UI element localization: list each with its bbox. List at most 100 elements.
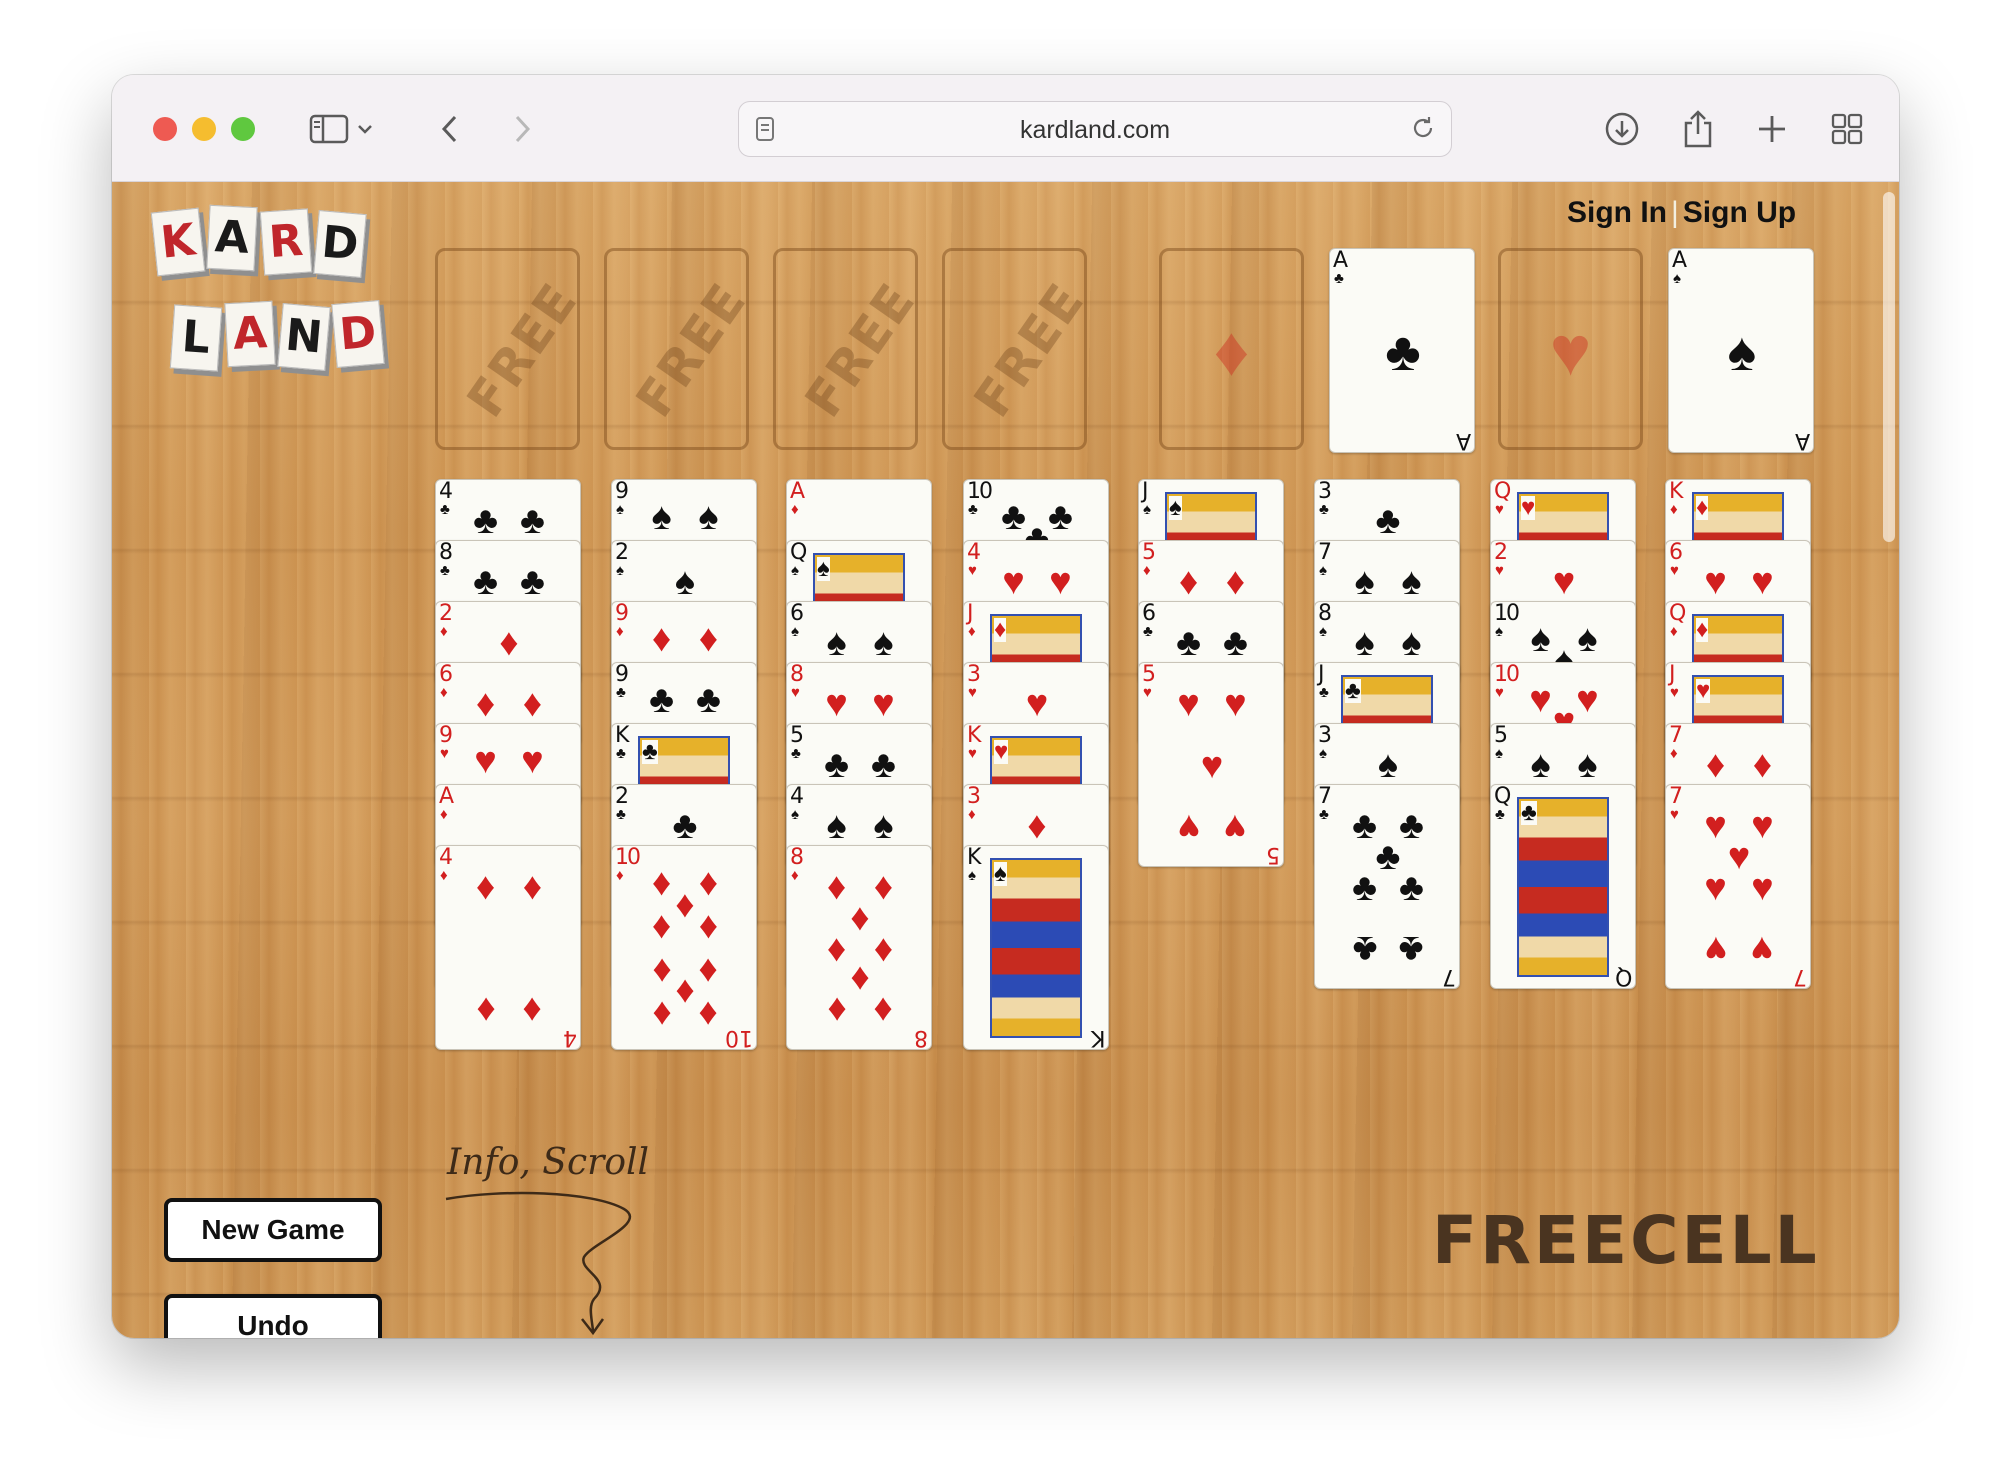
suit-pip: ♠ bbox=[1577, 617, 1598, 660]
suit-pip: ♦ bbox=[873, 989, 894, 1031]
card-rank: K bbox=[615, 723, 630, 748]
card-suit-index: ♥ bbox=[1670, 806, 1679, 823]
suit-pip: ♦ bbox=[698, 993, 719, 1036]
card-suit-index: ♦ bbox=[791, 501, 799, 518]
suit-pip: ♥ bbox=[825, 683, 848, 725]
card-rank: 4 bbox=[790, 784, 804, 809]
court-suit-icon: ♣ bbox=[1345, 677, 1361, 704]
reload-icon[interactable] bbox=[1409, 114, 1437, 147]
card-rank: 6 bbox=[790, 601, 804, 626]
card-rank: J bbox=[967, 601, 973, 626]
card-suit-index: ♠ bbox=[791, 623, 799, 640]
logo-letter: R bbox=[259, 208, 313, 276]
card-suit-index: ♣ bbox=[1319, 501, 1329, 518]
foundation-slot-diamonds[interactable]: ♦ bbox=[1159, 248, 1304, 450]
suit-pip: ♠ bbox=[1401, 622, 1422, 664]
card-suit-index: ♠ bbox=[616, 501, 624, 518]
suit-pip: ♣ bbox=[1352, 866, 1377, 909]
court-suit-icon: ♥ bbox=[994, 738, 1009, 765]
card-5-of-hearts[interactable]: 5 ♥ ♥ ♥ ♥ ♥ ♥ 5 bbox=[1138, 662, 1284, 867]
card-rank: 5 bbox=[1142, 540, 1156, 565]
suit-pip: ♠ bbox=[674, 561, 696, 603]
minimize-window-button[interactable] bbox=[192, 117, 216, 141]
card-suit-index: ♠ bbox=[1319, 562, 1327, 579]
suit-pip: ♣ bbox=[672, 805, 698, 847]
sign-in-link[interactable]: Sign In bbox=[1567, 196, 1667, 229]
suit-pip: ♦ bbox=[522, 683, 543, 725]
card-rank-bottom: A bbox=[1455, 428, 1471, 453]
card-rank-bottom: Q bbox=[1614, 964, 1632, 989]
suit-pip: ♦ bbox=[651, 904, 672, 947]
freecell-slot[interactable]: FREE bbox=[435, 248, 589, 450]
game-title: FREECELL bbox=[1432, 1202, 1820, 1279]
card-rank: 3 bbox=[967, 784, 981, 809]
suit-pip: ♦ bbox=[698, 950, 719, 993]
forward-icon[interactable] bbox=[498, 105, 546, 153]
kardland-logo[interactable]: K A R D L A N D bbox=[150, 204, 394, 390]
freecell-slot[interactable]: FREE bbox=[773, 248, 927, 450]
card-suit-index: ♠ bbox=[1673, 270, 1681, 287]
card-7-of-clubs[interactable]: 7 ♣ ♣ ♣ ♣ ♣ ♣ ♣ ♣ 7 bbox=[1314, 784, 1460, 989]
back-icon[interactable] bbox=[426, 105, 474, 153]
suit-pip: ♥ bbox=[1751, 561, 1774, 603]
freecell-slot[interactable]: FREE bbox=[604, 248, 758, 450]
card-rank: 6 bbox=[1669, 540, 1683, 565]
card-rank: A bbox=[439, 784, 454, 809]
card-suit-index: ♦ bbox=[440, 623, 448, 640]
suit-pip: ♦ bbox=[1225, 561, 1246, 603]
card-rank: 8 bbox=[1318, 601, 1332, 626]
card-rank: 9 bbox=[615, 601, 629, 626]
suit-pip: ♦ bbox=[522, 866, 543, 908]
suit-pip: ♦ bbox=[850, 958, 870, 1001]
card-rank: 5 bbox=[790, 723, 804, 748]
card-suit-index: ♥ bbox=[1670, 562, 1679, 579]
zoom-window-button[interactable] bbox=[231, 117, 255, 141]
sidebar-toggle-icon[interactable] bbox=[305, 105, 353, 153]
downloads-icon[interactable] bbox=[1598, 105, 1646, 153]
logo-letter: K bbox=[150, 207, 206, 277]
suit-pip: ♠ bbox=[1354, 622, 1375, 664]
suit-pip: ♥ bbox=[1224, 683, 1247, 725]
suit-pip: ♥ bbox=[1751, 866, 1774, 909]
share-icon[interactable] bbox=[1674, 105, 1722, 153]
card-rank: 3 bbox=[1318, 723, 1332, 748]
suit-pip: ♥ bbox=[1177, 806, 1200, 848]
sign-up-link[interactable]: Sign Up bbox=[1683, 196, 1796, 229]
foundation-clubs-top-card[interactable]: A ♣ ♣ A bbox=[1329, 248, 1475, 453]
card-rank: 2 bbox=[1494, 540, 1508, 565]
suit-pip: ♣ bbox=[1375, 500, 1401, 542]
suit-pip: ♦ bbox=[475, 866, 496, 908]
card-king-of-spades[interactable]: K ♠ ♠ K bbox=[963, 845, 1109, 1050]
suit-pip: ♦ bbox=[873, 927, 894, 970]
new-tab-icon[interactable] bbox=[1748, 105, 1796, 153]
foundation-slot-hearts[interactable]: ♥ bbox=[1498, 248, 1643, 450]
freecell-slot[interactable]: FREE bbox=[942, 248, 1096, 450]
card-suit-index: ♠ bbox=[1495, 745, 1503, 762]
address-bar[interactable]: kardland.com bbox=[738, 101, 1452, 157]
card-8-of-diamonds[interactable]: 8 ♦ ♦ ♦ ♦ ♦ ♦ ♦ ♦ ♦ 8 bbox=[786, 845, 932, 1050]
new-game-button[interactable]: New Game bbox=[164, 1198, 382, 1262]
close-window-button[interactable] bbox=[153, 117, 177, 141]
page-scrollbar[interactable] bbox=[1883, 192, 1895, 542]
card-suit-index: ♠ bbox=[968, 867, 976, 884]
foundation-spades-top-card[interactable]: A ♠ ♠ A bbox=[1668, 248, 1814, 453]
suit-pip: ♥ bbox=[1529, 678, 1552, 721]
suit-pip: ♦ bbox=[850, 896, 870, 939]
card-queen-of-clubs[interactable]: Q ♣ ♣ Q bbox=[1490, 784, 1636, 989]
card-suit-index: ♣ bbox=[1334, 270, 1344, 287]
chevron-down-icon[interactable] bbox=[350, 105, 380, 153]
suit-pip: ♠ bbox=[1727, 321, 1757, 382]
tab-overview-icon[interactable] bbox=[1823, 105, 1871, 153]
card-7-of-hearts[interactable]: 7 ♥ ♥ ♥ ♥ ♥ ♥ ♥ ♥ 7 bbox=[1665, 784, 1811, 989]
card-4-of-diamonds[interactable]: 4 ♦ ♦ ♦ ♦ ♦ 4 bbox=[435, 845, 581, 1050]
card-rank-bottom: 10 bbox=[725, 1025, 753, 1050]
card-rank: 3 bbox=[967, 662, 981, 687]
suit-pip: ♠ bbox=[826, 622, 847, 664]
suit-pip: ♣ bbox=[473, 500, 498, 542]
card-rank: 7 bbox=[1318, 784, 1332, 809]
undo-button[interactable]: Undo bbox=[164, 1294, 382, 1338]
card-rank-bottom: 5 bbox=[1266, 842, 1280, 867]
suit-pip: ♦ bbox=[1027, 805, 1047, 847]
suit-pip: ♥ bbox=[1751, 805, 1774, 847]
card-10-of-diamonds[interactable]: 10 ♦ ♦ ♦ ♦ ♦ ♦ ♦ ♦ ♦ ♦ ♦ 10 bbox=[611, 845, 757, 1050]
